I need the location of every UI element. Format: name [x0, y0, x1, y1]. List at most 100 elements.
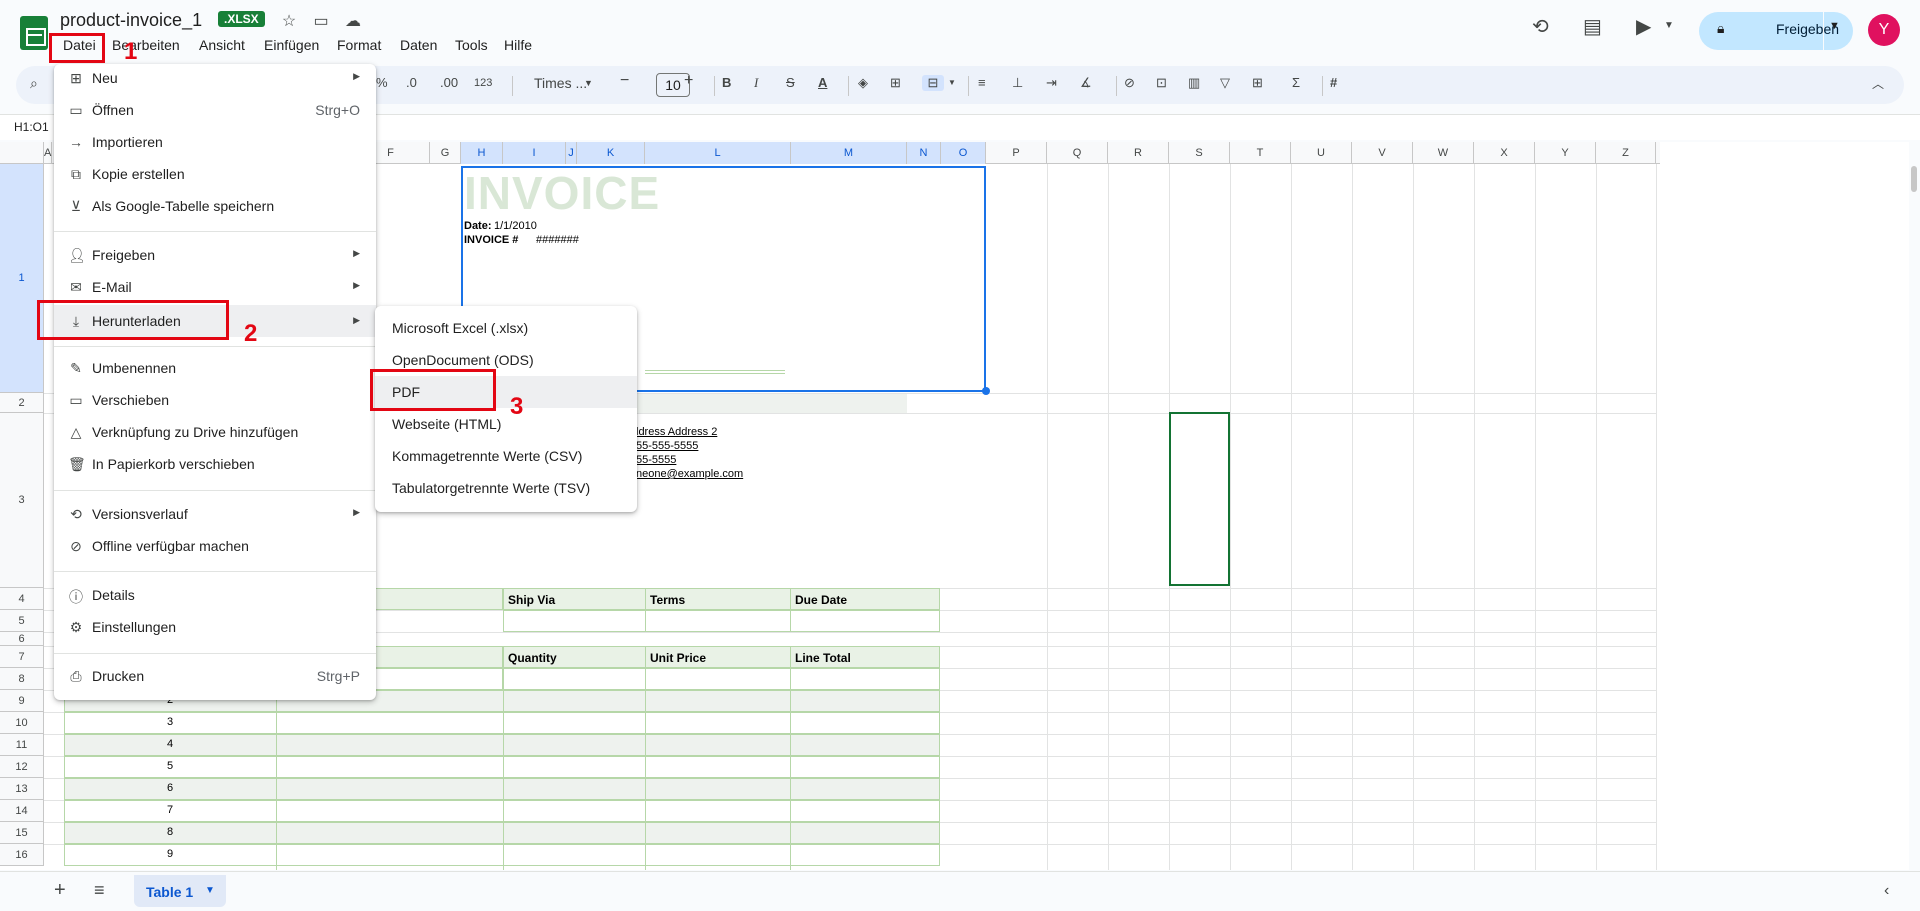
menu-item-neu[interactable]: ⊞ Neu ▶	[54, 64, 376, 92]
cloud-status-icon[interactable]: ☁	[342, 11, 364, 31]
column-header[interactable]: J	[566, 142, 577, 164]
row-header[interactable]: 13	[0, 778, 44, 800]
meet-icon[interactable]: ▶	[1636, 14, 1651, 39]
row-header[interactable]: 16	[0, 844, 44, 866]
menu-item-verschieben[interactable]: ▭ Verschieben	[54, 386, 376, 414]
column-header[interactable]: W	[1413, 142, 1474, 164]
increase-font-size-button[interactable]: +	[684, 72, 693, 90]
menu-item-verknuepfung-drive[interactable]: △ Verknüpfung zu Drive hinzufügen	[54, 418, 376, 446]
menu-item-umbenennen[interactable]: ✎ Umbenennen	[54, 354, 376, 382]
row-header[interactable]: 12	[0, 756, 44, 778]
comments-icon[interactable]: ▤	[1583, 14, 1602, 39]
column-header[interactable]: I	[503, 142, 566, 164]
meet-dropdown-icon[interactable]: ▼	[1664, 20, 1674, 31]
download-html[interactable]: Webseite (HTML)	[375, 408, 637, 440]
row-header[interactable]: 7	[0, 646, 44, 668]
menu-ansicht[interactable]: Ansicht	[193, 36, 251, 54]
all-sheets-icon[interactable]: ≡	[94, 880, 105, 901]
text-color-button[interactable]: A	[818, 75, 827, 90]
menu-item-einstellungen[interactable]: ⚙ Einstellungen	[54, 613, 376, 641]
column-header[interactable]: T	[1230, 142, 1291, 164]
column-header[interactable]: P	[986, 142, 1047, 164]
insert-link-icon[interactable]: ⊘	[1124, 75, 1135, 91]
name-box[interactable]: H1:O1	[14, 120, 49, 134]
scrollbar-thumb[interactable]	[1911, 166, 1917, 192]
row-header[interactable]: 1	[0, 164, 44, 393]
share-dropdown-icon[interactable]: ▼	[1829, 20, 1840, 32]
column-header[interactable]: O	[941, 142, 986, 164]
column-header[interactable]: H	[461, 142, 503, 164]
menu-item-versionsverlauf[interactable]: ⟲ Versionsverlauf ▶	[54, 500, 376, 528]
menu-item-offline[interactable]: ⊘ Offline verfügbar machen	[54, 532, 376, 560]
text-wrapping-icon[interactable]: ⇥	[1046, 75, 1057, 91]
column-header[interactable]: X	[1474, 142, 1535, 164]
column-header[interactable]: Y	[1535, 142, 1596, 164]
add-sheet-icon[interactable]: +	[54, 879, 66, 902]
row-header[interactable]: 6	[0, 632, 44, 646]
decrease-decimal-button[interactable]: .0	[406, 75, 417, 90]
menu-einfuegen[interactable]: Einfügen	[258, 36, 325, 54]
sheets-logo-icon[interactable]	[20, 16, 48, 50]
row-header[interactable]: 2	[0, 393, 44, 413]
insert-chart-icon[interactable]: ▥	[1188, 75, 1200, 91]
menu-item-freigeben[interactable]: 👤︎ Freigeben ▶	[54, 241, 376, 269]
menu-item-als-google-tabelle[interactable]: ⊻ Als Google-Tabelle speichern	[54, 192, 376, 220]
number-format-button[interactable]: 123	[474, 77, 492, 89]
increase-decimal-button[interactable]: .00	[440, 75, 458, 90]
select-all-corner[interactable]	[0, 142, 44, 164]
avatar[interactable]: Y	[1868, 14, 1900, 46]
star-icon[interactable]: ☆	[278, 11, 300, 31]
input-tools-icon[interactable]: #	[1330, 75, 1337, 90]
menu-hilfe[interactable]: Hilfe	[498, 36, 538, 54]
strikethrough-button[interactable]: S	[786, 75, 795, 90]
borders-icon[interactable]: ⊞	[890, 75, 901, 91]
menu-bearbeiten[interactable]: Bearbeiten	[106, 36, 186, 54]
column-header[interactable]: K	[577, 142, 645, 164]
decrease-font-size-button[interactable]: −	[620, 72, 629, 90]
menu-format[interactable]: Format	[331, 36, 387, 54]
row-header[interactable]: 15	[0, 822, 44, 844]
document-title[interactable]: product-invoice_1	[60, 10, 202, 31]
merge-dropdown-icon[interactable]: ▼	[948, 78, 956, 87]
collapse-toolbar-icon[interactable]: ︿	[1872, 75, 1884, 92]
row-header[interactable]: 8	[0, 668, 44, 690]
table-cell[interactable]	[645, 610, 791, 632]
menu-tools[interactable]: Tools	[449, 36, 494, 54]
italic-button[interactable]: I	[754, 75, 758, 91]
menu-item-papierkorb[interactable]: 🗑︎ In Papierkorb verschieben	[54, 450, 376, 478]
column-header[interactable]: S	[1169, 142, 1230, 164]
table-cell[interactable]	[503, 610, 646, 632]
table-cell[interactable]	[503, 668, 646, 690]
row-header[interactable]: 5	[0, 610, 44, 632]
font-family-select[interactable]: Times ...	[534, 75, 587, 91]
row-header[interactable]: 10	[0, 712, 44, 734]
vertical-align-icon[interactable]: ⊥	[1012, 75, 1023, 91]
side-panel-toggle-icon[interactable]: ‹	[1884, 882, 1889, 900]
menu-item-details[interactable]: ⓘ Details	[54, 581, 376, 609]
column-header[interactable]: U	[1291, 142, 1352, 164]
download-xlsx[interactable]: Microsoft Excel (.xlsx)	[375, 312, 637, 344]
sheet-tab-dropdown-icon[interactable]: ▼	[205, 885, 215, 896]
menu-item-oeffnen[interactable]: ▭ Öffnen Strg+O	[54, 96, 376, 124]
table-cell[interactable]	[790, 610, 940, 632]
row-header[interactable]: 11	[0, 734, 44, 756]
menu-item-email[interactable]: ✉ E-Mail ▶	[54, 273, 376, 301]
column-header[interactable]: G	[430, 142, 461, 164]
row-header[interactable]: 9	[0, 690, 44, 712]
filter-icon[interactable]: ▽	[1220, 75, 1230, 91]
download-tsv[interactable]: Tabulatorgetrennte Werte (TSV)	[375, 472, 637, 504]
insert-comment-icon[interactable]: ⊡	[1156, 75, 1167, 91]
functions-icon[interactable]: Σ	[1292, 75, 1300, 90]
column-header[interactable]: M	[791, 142, 907, 164]
column-header[interactable]: N	[907, 142, 941, 164]
column-header[interactable]: A	[44, 142, 52, 164]
filter-views-icon[interactable]: ⊞	[1252, 75, 1263, 91]
fill-handle[interactable]	[982, 387, 990, 395]
move-folder-icon[interactable]: ▭	[310, 11, 332, 31]
search-menus-icon[interactable]: ⌕	[30, 75, 38, 92]
row-header[interactable]: 4	[0, 588, 44, 610]
row-header[interactable]: 3	[0, 413, 44, 588]
menu-item-importieren[interactable]: → Importieren	[54, 128, 376, 156]
row-header[interactable]: 14	[0, 800, 44, 822]
text-rotation-icon[interactable]: ∡	[1080, 75, 1092, 91]
